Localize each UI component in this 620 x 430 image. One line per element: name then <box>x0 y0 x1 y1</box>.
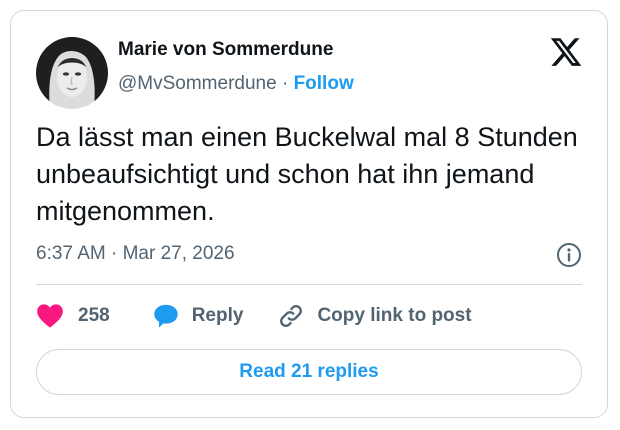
read-replies-button[interactable]: Read 21 replies <box>36 349 582 395</box>
copy-link-label: Copy link to post <box>317 305 472 326</box>
author-handle[interactable]: @MvSommerdune <box>118 73 277 94</box>
action-bar: 258 Reply Copy link to post <box>36 300 472 332</box>
heart-icon <box>36 303 64 329</box>
avatar[interactable] <box>36 37 108 109</box>
separator-dot: · <box>281 73 289 94</box>
follow-link[interactable]: Follow <box>294 73 354 94</box>
tweet-card: Marie von Sommerdune @MvSommerdune · Fol… <box>10 10 608 418</box>
copy-link-button[interactable]: Copy link to post <box>277 302 472 330</box>
portrait-avatar-icon <box>36 37 108 109</box>
like-count: 258 <box>78 305 110 326</box>
x-logo-icon[interactable] <box>549 35 583 69</box>
author-handle-row: @MvSommerdune · Follow <box>118 73 354 95</box>
speech-bubble-icon <box>152 302 180 330</box>
reply-button[interactable]: Reply <box>152 302 244 330</box>
tweet-timestamp[interactable]: 6:37 AM · Mar 27, 2026 <box>36 243 235 265</box>
like-button[interactable]: 258 <box>36 303 110 329</box>
info-icon[interactable] <box>556 242 582 268</box>
reply-label: Reply <box>191 305 244 326</box>
link-icon <box>277 302 305 330</box>
tweet-text: Da lässt man einen Buckelwal mal 8 Stund… <box>36 122 578 226</box>
author-name[interactable]: Marie von Sommerdune <box>118 39 333 61</box>
divider <box>36 284 582 285</box>
read-replies-label: Read 21 replies <box>239 361 379 382</box>
